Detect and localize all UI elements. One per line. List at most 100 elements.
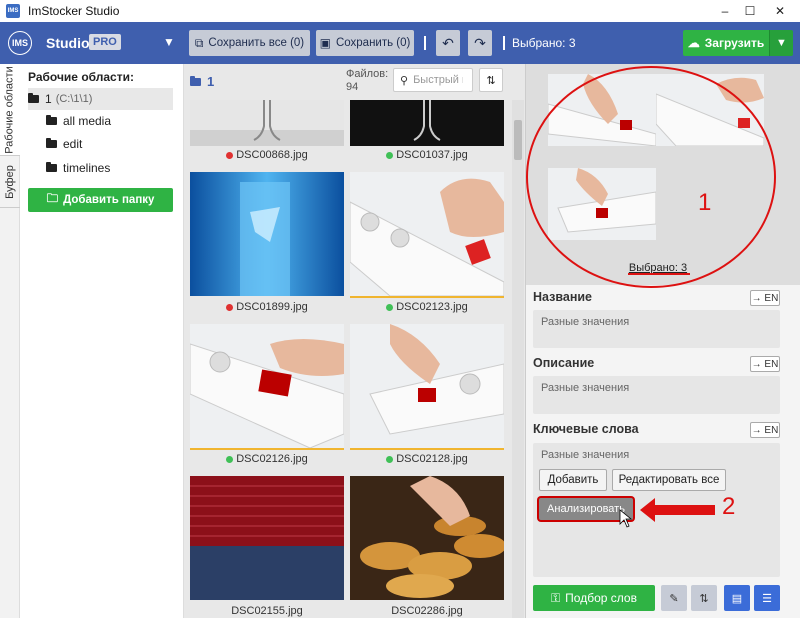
app-logo: IMS [8,31,32,55]
title-field[interactable]: Разные значения [533,310,780,348]
tile-filename: DSC02286.jpg [391,605,463,617]
files-count: Файлов: 94 [346,68,388,94]
quick-search-input[interactable]: ⚲ Быстрый поиск [393,68,473,92]
save-icon: ▣ [319,36,331,50]
photo-thumbnail [190,324,344,450]
title-label: Название [533,290,593,304]
upload-label: Загрузить [704,36,765,50]
gallery-tile-selected[interactable]: DSC02123.jpg [350,172,504,318]
sort-keywords-button[interactable]: ⇅ [691,585,717,611]
gallery-tile[interactable]: DSC00868.jpg [190,100,344,162]
cloud-upload-icon: ☁ [687,36,700,50]
tile-filename: DSC02123.jpg [396,301,468,313]
save-all-label: Сохранить все (0) [208,37,305,49]
toolbar-divider [503,36,505,50]
folder-open-icon: 🗀 [46,192,59,205]
description-label: Описание [533,356,595,370]
status-dot [226,455,234,463]
status-dot [226,151,234,159]
word-select-button[interactable]: ⚿ Подбор слов [533,585,655,611]
redo-button[interactable]: ↷ [468,30,492,56]
word-select-label: Подбор слов [565,591,637,605]
selection-preview: Выбрано: 3 [526,64,800,285]
photo-thumbnail [350,324,504,450]
files-count-value: 94 [346,81,359,93]
window-title: ImStocker Studio [28,4,120,18]
analyze-button[interactable]: Анализировать [539,498,633,520]
photo-thumbnail [350,476,504,600]
tree-item-root-path: (C:\1\1) [55,93,93,105]
tree-item-edit[interactable]: edit [46,133,166,155]
title-translate-button[interactable]: → EN [750,290,780,306]
gallery-tile-selected[interactable]: DSC02128.jpg [350,324,504,470]
status-dot [226,303,234,311]
undo-icon: ↶ [442,34,454,51]
tree-item-all-media[interactable]: all media [46,110,166,132]
folder-icon [46,115,57,125]
gallery-tile[interactable]: DSC02155.jpg [190,476,344,618]
main-toolbar: IMS Studio PRO ▼ ⧉ Сохранить все (0) ▣ С… [0,22,800,64]
gallery-scrollbar[interactable] [512,100,524,618]
key-icon: ⚿ [551,590,561,605]
gallery-tile-selected[interactable]: DSC02126.jpg [190,324,344,470]
search-placeholder: Быстрый поиск [413,74,463,86]
menu-button[interactable]: ☰ [754,585,780,611]
tree-item-label: edit [63,137,83,151]
toolbar-divider [424,36,426,50]
status-dot [386,151,394,159]
photo-thumbnail [350,172,504,298]
preview-thumbnail [656,74,764,146]
pencil-icon: ✎ [669,592,679,605]
description-translate-button[interactable]: → EN [750,356,780,372]
folder-icon [46,162,57,172]
sort-icon: ⇅ [486,74,496,87]
status-dot [386,455,394,463]
sort-icon: ⇅ [699,592,709,605]
scrollbar-thumb[interactable] [514,120,522,160]
save-label: Сохранить (0) [335,37,411,49]
app-icon: IMS [6,4,20,18]
pencil-button[interactable]: ✎ [661,585,687,611]
preview-selected-count: Выбрано: 3 [628,262,688,274]
tab-buffer-label: Буфер [4,164,17,199]
keywords-value: Разные значения [541,449,630,461]
close-button[interactable]: ✕ [765,0,795,22]
edition-badge: PRO [89,34,121,50]
tree-item-label: all media [63,114,112,128]
add-keyword-button[interactable]: Добавить [539,469,607,491]
document-button[interactable]: ▤ [724,585,750,611]
tab-workspaces[interactable]: Рабочие области [0,64,20,156]
tile-filename: DSC00868.jpg [236,149,308,161]
tab-buffer[interactable]: Буфер [0,156,20,208]
keywords-label: Ключевые слова [533,422,639,436]
photo-thumbnail [350,100,504,146]
app-name: Studio [46,35,90,51]
search-icon: ⚲ [400,74,409,87]
gallery-tile[interactable]: DSC02286.jpg [350,476,504,618]
tree-item-label: timelines [63,161,111,175]
app-menu-chevron-icon[interactable]: ▼ [163,35,175,49]
save-button[interactable]: ▣ Сохранить (0) [316,30,414,56]
gallery-panel: 1 Файлов: 94 ⚲ Быстрый поиск ⇅ DSC00868.… [183,64,526,618]
sort-button[interactable]: ⇅ [479,68,503,92]
gallery-tile[interactable]: DSC01037.jpg [350,100,504,162]
upload-options-chevron-icon[interactable]: ▼ [769,30,793,56]
preview-thumbnail [548,74,656,146]
tree-item-root-label: 1 [45,92,52,106]
selected-count: Выбрано: 3 [512,36,576,50]
undo-button[interactable]: ↶ [436,30,460,56]
tree-item-timelines[interactable]: timelines [46,157,166,179]
keywords-translate-button[interactable]: → EN [750,422,780,438]
upload-button[interactable]: ☁ Загрузить [683,30,769,56]
workspaces-title: Рабочие области: [28,70,134,84]
edit-all-keywords-button[interactable]: Редактировать все [612,469,726,491]
description-field[interactable]: Разные значения [533,376,780,414]
menu-icon: ☰ [762,592,772,605]
add-folder-button[interactable]: 🗀 Добавить папку [28,188,173,212]
gallery-tile[interactable]: DSC01899.jpg [190,172,344,318]
tab-workspaces-label: Рабочие области [4,65,16,154]
side-tabs: Рабочие области Буфер [0,64,20,618]
save-all-button[interactable]: ⧉ Сохранить все (0) [189,30,310,56]
tree-item-root[interactable]: 1 (C:\1\1) [28,88,173,110]
maximize-button[interactable]: ☐ [735,0,765,22]
